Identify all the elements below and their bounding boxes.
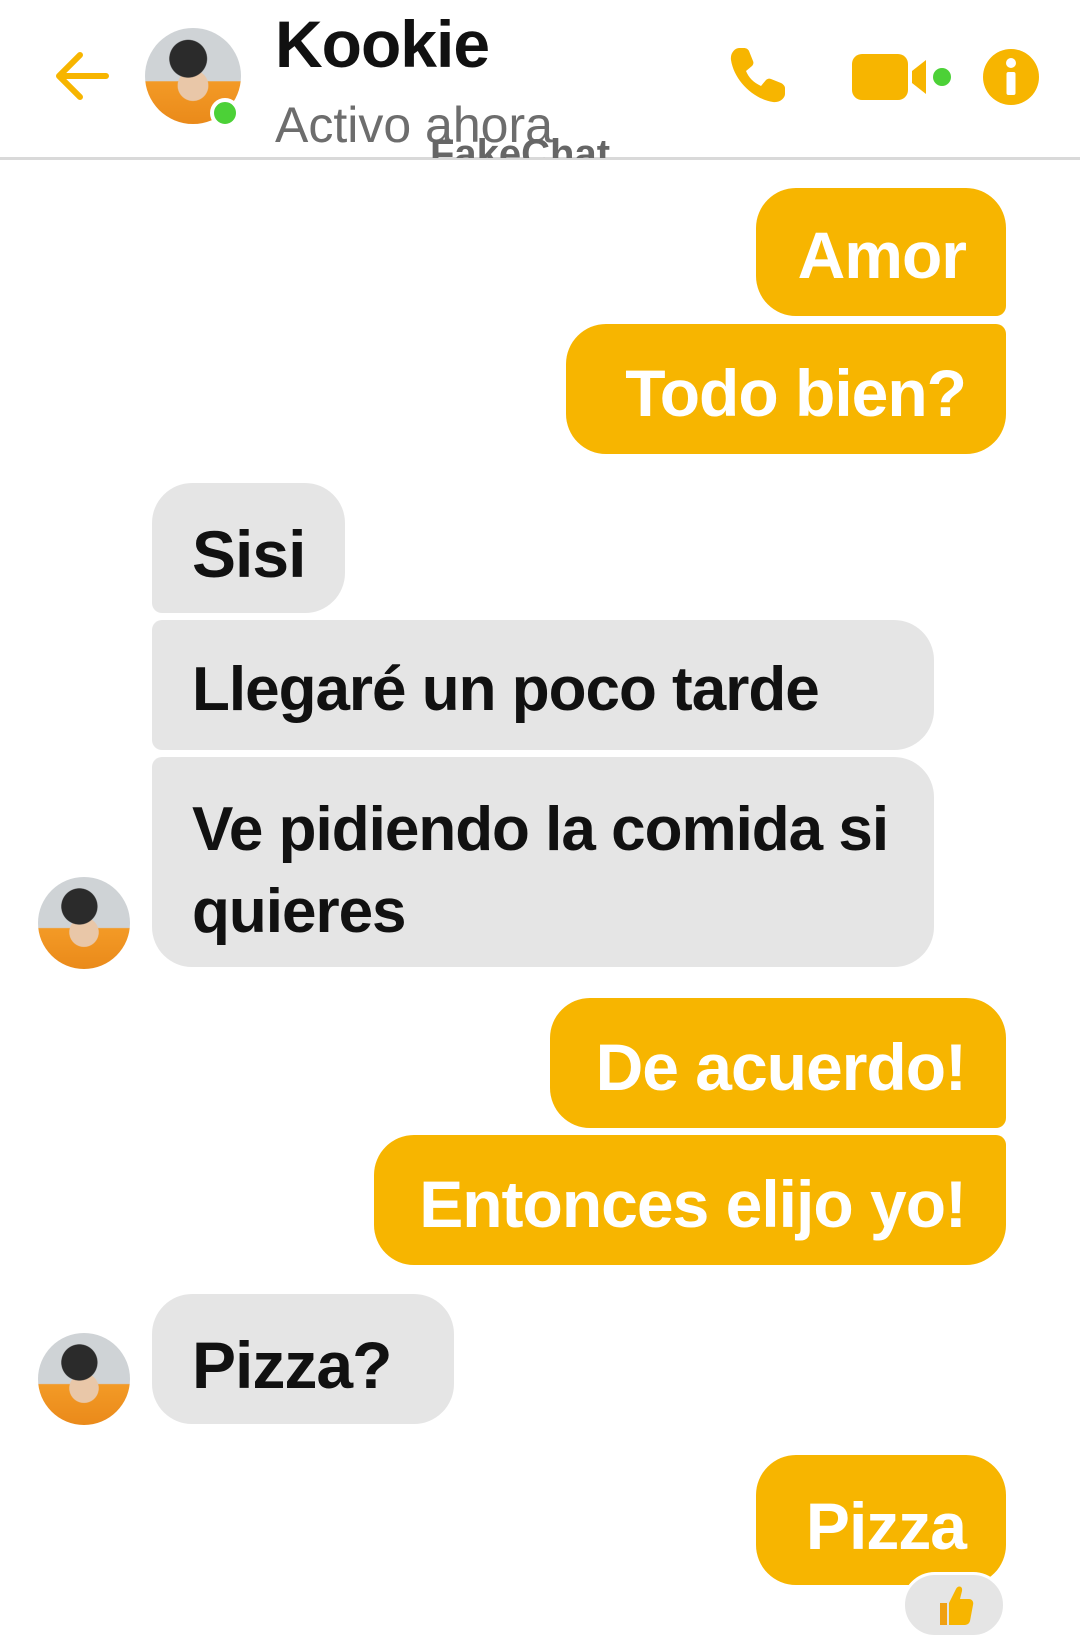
arrow-left-icon[interactable] bbox=[50, 45, 112, 107]
message-bubble-incoming[interactable]: Sisi bbox=[152, 483, 345, 613]
online-status-dot bbox=[210, 98, 240, 128]
message-bubble-outgoing[interactable]: Amor bbox=[756, 188, 1006, 316]
chat-header: Kookie Activo ahora FakeChat bbox=[0, 0, 1080, 160]
info-icon[interactable] bbox=[982, 48, 1040, 106]
app-watermark: FakeChat bbox=[430, 132, 611, 158]
thumbs-up-icon bbox=[940, 1586, 974, 1625]
message-bubble-outgoing[interactable]: Todo bien? bbox=[566, 324, 1006, 454]
message-bubble-incoming[interactable]: Pizza? bbox=[152, 1294, 454, 1424]
sender-avatar[interactable] bbox=[38, 1333, 130, 1425]
message-bubble-outgoing[interactable]: Pizza bbox=[756, 1455, 1006, 1585]
sender-avatar[interactable] bbox=[38, 877, 130, 969]
contact-name[interactable]: Kookie bbox=[275, 6, 490, 82]
message-bubble-incoming[interactable]: Llegaré un poco tarde bbox=[152, 620, 934, 750]
message-bubble-outgoing[interactable]: De acuerdo! bbox=[550, 998, 1006, 1128]
message-bubble-incoming[interactable]: Ve pidiendo la comida si quieres bbox=[152, 757, 934, 967]
phone-icon[interactable] bbox=[725, 42, 791, 108]
thumbs-up-reaction[interactable] bbox=[902, 1572, 1006, 1638]
video-camera-icon[interactable] bbox=[850, 50, 954, 104]
message-bubble-outgoing[interactable]: Entonces elijo yo! bbox=[374, 1135, 1006, 1265]
